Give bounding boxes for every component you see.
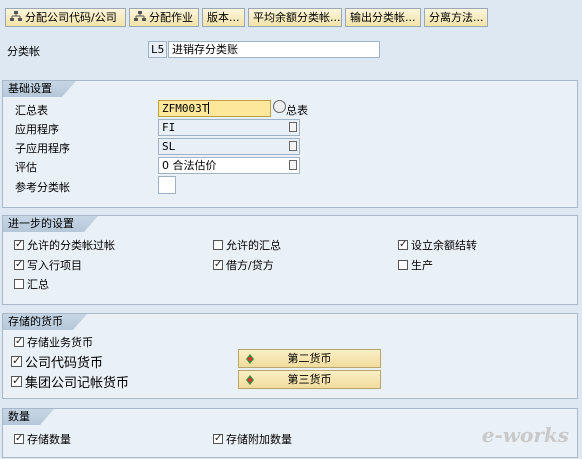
basic-settings-title: 基础设置 — [3, 81, 76, 97]
hierarchy-icon — [10, 11, 22, 21]
e-works-watermark: e-works — [481, 423, 569, 447]
application-label: 应用程序 — [15, 123, 59, 136]
store-transaction-currency-checkbox[interactable]: ✓ 存储业务货币 — [14, 334, 93, 350]
production-checkbox[interactable]: 生产 — [398, 257, 433, 273]
balance-carryforward-checkbox[interactable]: ✓ 设立余额结转 — [398, 237, 477, 253]
stored-currencies-group: 存储的货币 ✓ 存储业务货币 ✓ 公司代码货币 第二货币 ✓ 集团公司记帐货币 第三货… — [2, 313, 578, 399]
application-toolbar: 分配公司代码/公司 分配作业 版本... 平均余额分类帐... 输出分类帐...… — [0, 0, 582, 30]
allowed-ledger-posting-checkbox[interactable]: ✓ 允许的分类帐过帐 — [14, 237, 115, 253]
summary-table-input[interactable]: ZFM003T — [158, 100, 271, 117]
ledger-name-field: 进销存分类账 — [168, 41, 380, 58]
quantity-title: 数量 — [3, 409, 54, 425]
assign-company-code-button[interactable]: 分配公司代码/公司 — [5, 8, 126, 27]
output-ledger-button[interactable]: 输出分类帐... — [345, 8, 421, 27]
basic-settings-group: 基础设置 汇总表 ZFM003T 总表 应用程序 FI 子应用程序 SL 评估 … — [2, 80, 578, 208]
quantity-group: 数量 ✓ 存储数量 ✓ 存储附加数量 e-works — [2, 408, 578, 458]
dropdown-icon — [289, 160, 297, 170]
debit-credit-checkbox[interactable]: ✓ 借方/贷方 — [213, 257, 274, 273]
company-code-currency-checkbox[interactable]: ✓ 公司代码货币 — [11, 352, 103, 371]
allowed-summary-checkbox[interactable]: 允许的汇总 — [213, 237, 281, 253]
ledger-label: 分类帐 — [7, 45, 40, 58]
summary-checkbox[interactable]: 汇总 — [14, 276, 49, 292]
ledger-row: 分类帐 L5 进销存分类账 — [0, 41, 582, 59]
summary-table-label: 汇总表 — [15, 104, 48, 117]
dropdown-icon — [289, 122, 297, 132]
text-cursor — [208, 102, 210, 114]
summary-table-suffix: 总表 — [286, 104, 308, 117]
stored-currencies-title: 存储的货币 — [3, 314, 87, 330]
application-select[interactable]: FI — [158, 119, 300, 136]
version-button[interactable]: 版本... — [202, 8, 245, 27]
reference-ledger-input[interactable] — [158, 176, 176, 194]
further-settings-title: 进一步的设置 — [3, 216, 98, 232]
write-line-items-checkbox[interactable]: ✓ 写入行项目 — [14, 257, 82, 273]
average-balance-ledger-button[interactable]: 平均余额分类帐... — [248, 8, 342, 27]
group-currency-checkbox[interactable]: ✓ 集团公司记帐货币 — [11, 372, 129, 391]
currency-icon — [246, 354, 254, 364]
second-currency-button[interactable]: 第二货币 — [238, 349, 381, 368]
dropdown-icon — [289, 141, 297, 151]
sub-application-select[interactable]: SL — [158, 138, 300, 155]
reference-ledger-label: 参考分类帐 — [15, 181, 70, 194]
split-method-button[interactable]: 分离方法... — [424, 8, 488, 27]
ledger-code-field: L5 — [148, 41, 167, 58]
valuation-label: 评估 — [15, 161, 37, 174]
summary-table-search-icon[interactable] — [273, 100, 286, 113]
currency-icon — [246, 375, 254, 385]
sub-application-label: 子应用程序 — [15, 142, 70, 155]
store-quantity-checkbox[interactable]: ✓ 存储数量 — [14, 431, 71, 447]
third-currency-button[interactable]: 第三货币 — [238, 370, 381, 389]
hierarchy-icon — [134, 11, 146, 21]
assign-activity-button[interactable]: 分配作业 — [129, 8, 199, 27]
further-settings-group: 进一步的设置 ✓ 允许的分类帐过帐 允许的汇总 ✓ 设立余额结转 ✓ 写入行项目 ✓ 借… — [2, 215, 578, 305]
store-additional-quantity-checkbox[interactable]: ✓ 存储附加数量 — [213, 431, 292, 447]
valuation-select[interactable]: 0 合法估价 — [158, 157, 300, 174]
